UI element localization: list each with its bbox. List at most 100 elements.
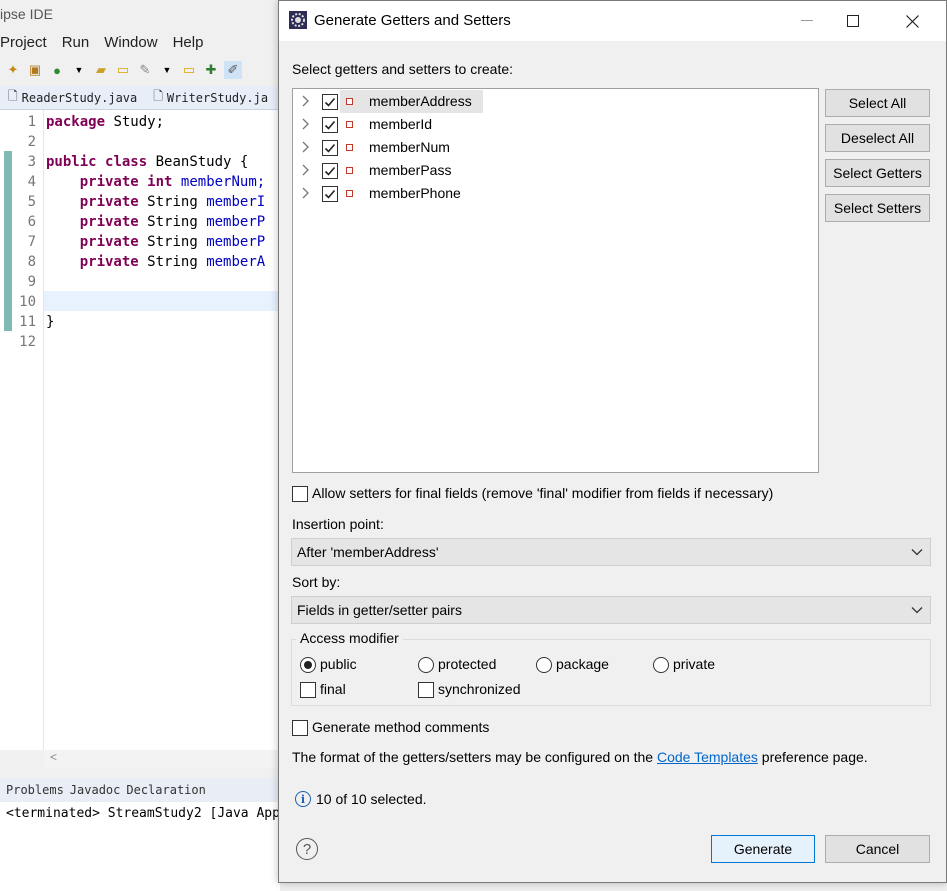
bottom-tab-javadoc[interactable]: Javadoc [70, 783, 121, 797]
line-number: 12 [19, 334, 36, 350]
dropdown-arrow-icon[interactable]: ▼ [70, 61, 88, 79]
access-modifier-group [291, 639, 931, 706]
line-number: 2 [27, 134, 36, 150]
sort-by-select[interactable]: Fields in getter/setter pairs [291, 596, 931, 624]
line-number: 9 [27, 274, 36, 290]
tree-item[interactable]: memberAddress [293, 90, 818, 113]
change-marker [4, 291, 12, 331]
insertion-point-select[interactable]: After 'memberAddress' [291, 538, 931, 566]
eclipse-icon [289, 11, 307, 29]
pin-icon[interactable]: ✚ [202, 61, 220, 79]
fields-tree[interactable]: memberAddress memberId memberNum memberPass… [292, 88, 819, 473]
private-field-icon [346, 121, 353, 128]
code-line: package Study; [46, 114, 165, 130]
radio-private-button[interactable] [653, 657, 669, 673]
code-line: private String memberA [79, 254, 266, 270]
chevron-right-icon[interactable] [301, 163, 313, 177]
generate-comments-checkbox[interactable] [292, 720, 308, 736]
java-file-icon: 🗋 [153, 89, 163, 103]
menu-window[interactable]: Window [104, 34, 157, 51]
code-templates-link[interactable]: Code Templates [657, 749, 758, 765]
code-line: private int memberNum; [79, 174, 266, 190]
insertion-point-value: After 'memberAddress' [297, 544, 439, 560]
cancel-button[interactable]: Cancel [825, 835, 930, 863]
field-checkbox[interactable] [322, 140, 338, 156]
line-number: 10 [19, 294, 36, 310]
new-package-icon[interactable]: ▣ [26, 61, 44, 79]
field-name: memberNum [369, 139, 450, 155]
line-number: 4 [27, 174, 36, 190]
editor-tab-bar: 🗋 ReaderStudy.java 🗋 WriterStudy.ja [0, 86, 280, 110]
tree-item[interactable]: memberNum [293, 136, 818, 159]
tree-item[interactable]: memberPhone [293, 182, 818, 205]
bottom-tab-problems[interactable]: Problems [6, 783, 64, 797]
final-checkbox[interactable] [300, 682, 316, 698]
bottom-tab-declaration[interactable]: Declaration [126, 783, 205, 797]
radio-public-label: public [320, 656, 357, 672]
line-number: 8 [27, 254, 36, 270]
minimize-icon[interactable] [784, 1, 830, 41]
chevron-right-icon[interactable] [301, 140, 313, 154]
field-name: memberAddress [369, 93, 472, 109]
select-setters-button[interactable]: Select Setters [825, 194, 930, 222]
code-editor[interactable]: 1 package Study; 2 3 public class BeanStudy … [0, 110, 280, 768]
field-checkbox[interactable] [322, 117, 338, 133]
allow-final-checkbox[interactable] [292, 486, 308, 502]
editor-tab-label: WriterStudy.ja [166, 90, 269, 105]
format-text-after: preference page. [757, 749, 868, 765]
select-label: Select getters and setters to create: [292, 61, 514, 77]
dropdown-arrow-icon[interactable]: ▼ [158, 61, 176, 79]
field-name: memberPass [369, 162, 452, 178]
java-file-icon: 🗋 [8, 89, 18, 103]
field-checkbox[interactable] [322, 94, 338, 110]
new-class-icon[interactable]: ● [48, 61, 66, 79]
tree-item[interactable]: memberPass [293, 159, 818, 182]
help-icon[interactable]: ? [296, 838, 318, 860]
new-java-project-icon[interactable]: ✦ [4, 61, 22, 79]
deselect-all-button[interactable]: Deselect All [825, 124, 930, 152]
radio-protected-button[interactable] [418, 657, 434, 673]
open-folder-icon[interactable]: ▭ [114, 61, 132, 79]
radio-package-button[interactable] [536, 657, 552, 673]
generate-button[interactable]: Generate [711, 835, 815, 863]
line-number: 7 [27, 234, 36, 250]
code-line: private String memberI [79, 194, 266, 210]
format-text-before: The format of the getters/setters may be… [292, 749, 657, 765]
code-line: private String memberP [79, 234, 266, 250]
horizontal-scrollbar[interactable]: < [44, 750, 280, 768]
editor-tab-writerstudy[interactable]: 🗋 WriterStudy.ja [145, 86, 276, 109]
checkmark-icon [324, 189, 336, 199]
chevron-right-icon[interactable] [301, 117, 313, 131]
close-icon[interactable] [889, 1, 935, 41]
search-folder-icon[interactable]: ▭ [180, 61, 198, 79]
access-modifier-title: Access modifier [296, 630, 403, 646]
chevron-right-icon[interactable] [301, 186, 313, 200]
field-checkbox[interactable] [322, 163, 338, 179]
field-checkbox[interactable] [322, 186, 338, 202]
editor-tab-label: ReaderStudy.java [21, 90, 138, 105]
format-hint-text: The format of the getters/setters may be… [292, 749, 868, 765]
sort-by-value: Fields in getter/setter pairs [297, 602, 462, 618]
bottom-panel-tabs: Problems Javadoc Declaration [0, 778, 280, 802]
maximize-icon[interactable] [830, 1, 876, 41]
menu-run[interactable]: Run [62, 34, 90, 51]
checkmark-icon [324, 120, 336, 130]
allow-final-label: Allow setters for final fields (remove '… [312, 485, 774, 501]
dialog-titlebar[interactable]: Generate Getters and Setters [279, 1, 946, 41]
generate-getters-setters-dialog: Generate Getters and Setters Select gett… [278, 0, 947, 883]
menu-help[interactable]: Help [173, 34, 204, 51]
code-line: public class BeanStudy { [46, 154, 249, 170]
editor-tab-readerstudy[interactable]: 🗋 ReaderStudy.java [0, 86, 145, 109]
tree-item[interactable]: memberId [293, 113, 818, 136]
highlight-icon[interactable]: ✐ [224, 61, 242, 79]
chevron-right-icon[interactable] [301, 94, 313, 108]
select-getters-button[interactable]: Select Getters [825, 159, 930, 187]
open-type-icon[interactable]: ▰ [92, 61, 110, 79]
generate-comments-label: Generate method comments [312, 719, 490, 735]
menu-project[interactable]: Project [0, 34, 47, 51]
synchronized-checkbox[interactable] [418, 682, 434, 698]
radio-public-button[interactable] [300, 657, 316, 673]
select-all-button[interactable]: Select All [825, 89, 930, 117]
private-field-icon [346, 98, 353, 105]
wand-icon[interactable]: ✎ [136, 61, 154, 79]
